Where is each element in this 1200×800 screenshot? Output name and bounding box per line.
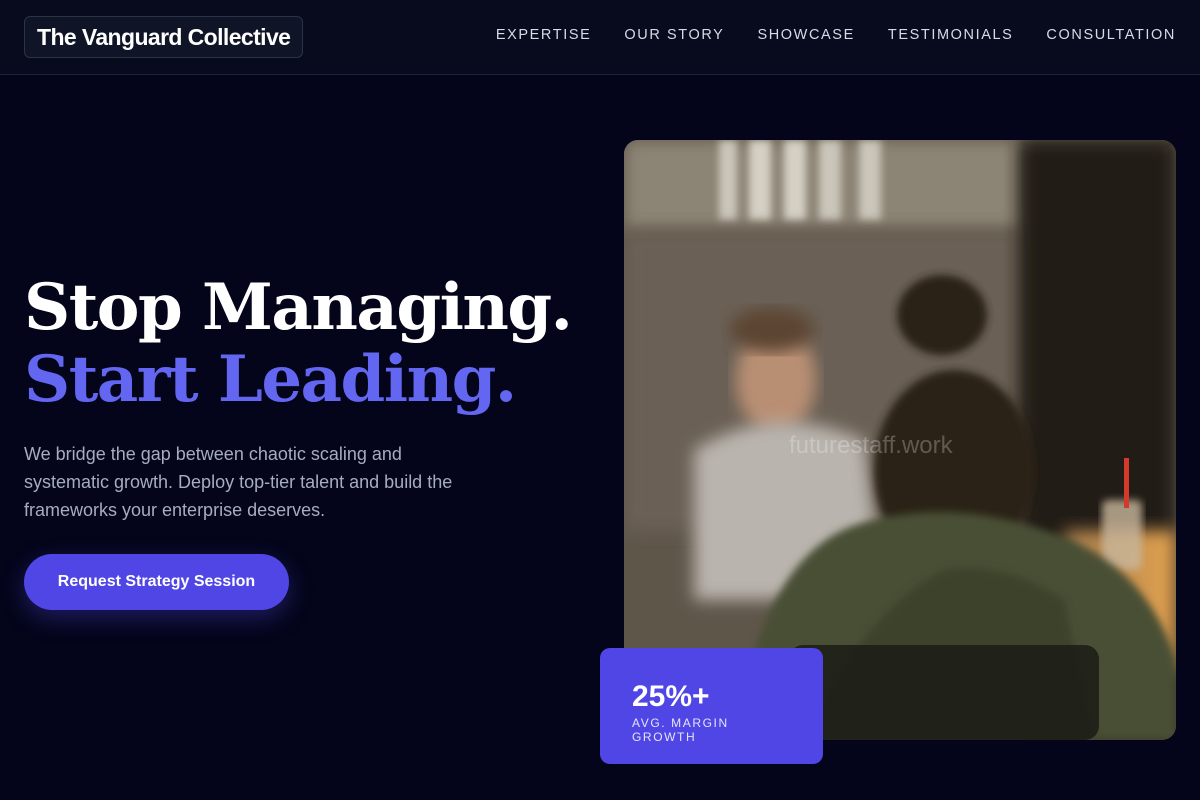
stat-label: AVG. MARGIN GROWTH: [632, 716, 729, 744]
nav-link-testimonials[interactable]: TESTIMONIALS: [888, 27, 1014, 43]
nav-link-our-story[interactable]: OUR STORY: [624, 27, 724, 43]
photo-watermark: futurestaff.work: [789, 432, 954, 459]
brand-logo[interactable]: The Vanguard Collective: [24, 16, 304, 58]
hero-title: Stop Managing. Start Leading.: [24, 270, 573, 417]
stat-value: 25%+: [632, 680, 710, 713]
hero-title-line-2: Start Leading.: [24, 342, 517, 417]
top-navigation-bar: The Vanguard Collective EXPERTISE OUR ST…: [0, 0, 1200, 75]
nav-link-expertise[interactable]: EXPERTISE: [496, 27, 592, 43]
hero-title-line-1: Stop Managing.: [24, 270, 573, 345]
hero-description: We bridge the gap between chaotic scalin…: [24, 444, 453, 520]
main-nav: EXPERTISE OUR STORY SHOWCASE TESTIMONIAL…: [496, 27, 1176, 43]
nav-link-showcase[interactable]: SHOWCASE: [757, 27, 854, 43]
nav-link-consultation[interactable]: CONSULTATION: [1046, 27, 1176, 43]
stat-card: 25%+ AVG. MARGIN GROWTH: [600, 648, 823, 764]
request-strategy-session-button[interactable]: Request Strategy Session: [24, 554, 289, 610]
